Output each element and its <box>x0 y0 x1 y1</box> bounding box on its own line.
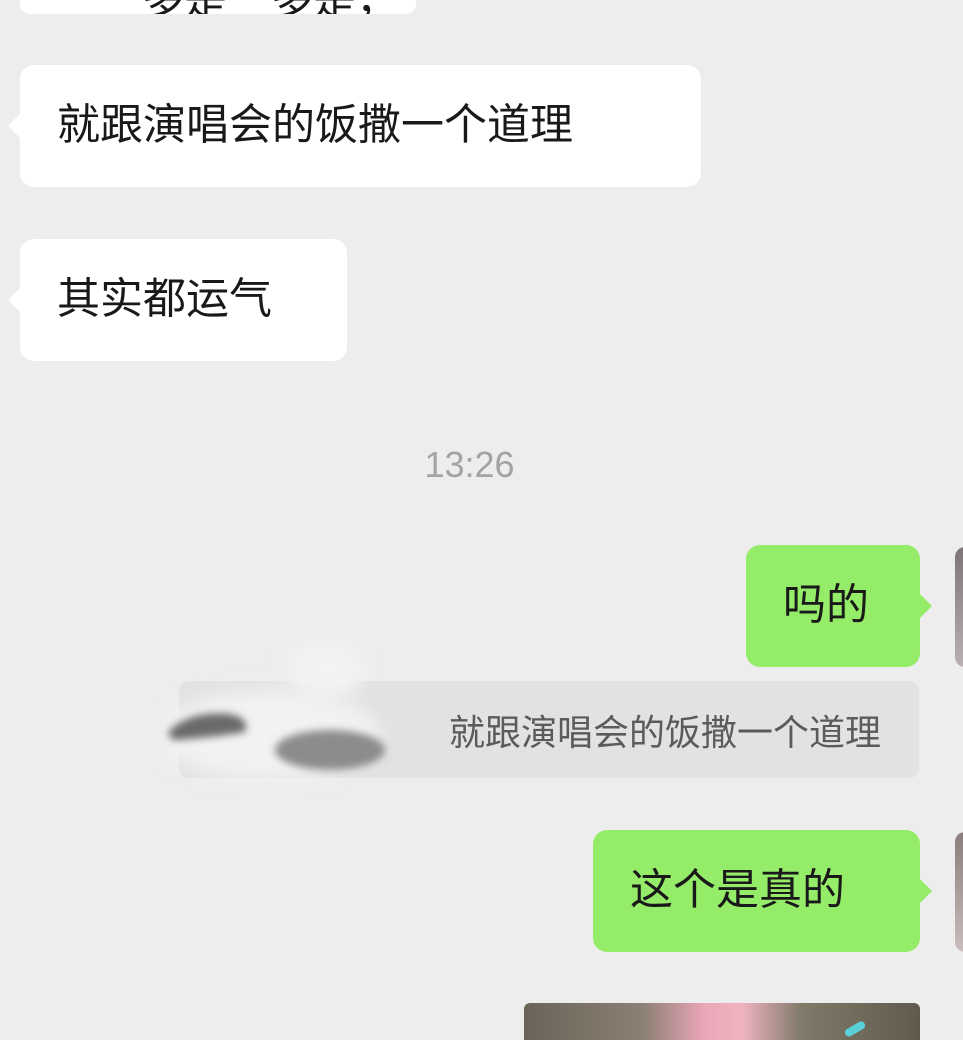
bubble-tail <box>919 593 932 619</box>
message-text: 就跟演唱会的饭撒一个道理 <box>57 100 573 151</box>
chat-area: 一多是一多是， 就跟演唱会的饭撒一个道理 其实都运气 13:26 吗的 就跟演唱… <box>0 0 963 1040</box>
message-bubble-outgoing[interactable]: 这个是真的 <box>593 830 932 952</box>
message-text: 一多是一多是， <box>98 0 399 14</box>
quoted-text: 就跟演唱会的饭撒一个道理 <box>448 712 881 754</box>
image-detail <box>843 1020 867 1038</box>
user-avatar[interactable] <box>955 547 963 667</box>
message-text: 其实都运气 <box>57 274 272 325</box>
bubble-tail <box>8 287 21 313</box>
quoted-message[interactable]: 就跟演唱会的饭撒一个道理 <box>179 681 919 778</box>
user-avatar[interactable] <box>955 832 963 952</box>
message-text: 吗的 <box>783 580 869 631</box>
image-message[interactable] <box>524 1003 920 1040</box>
message-bubble-incoming[interactable]: 其实都运气 <box>8 239 347 361</box>
bubble-tail <box>919 878 932 904</box>
message-bubble-outgoing[interactable]: 吗的 <box>746 545 932 667</box>
message-bubble-partial[interactable]: 一多是一多是， <box>20 0 416 14</box>
bubble-tail <box>8 113 21 139</box>
message-bubble-incoming[interactable]: 就跟演唱会的饭撒一个道理 <box>8 65 701 187</box>
message-timestamp: 13:26 <box>424 444 515 485</box>
message-text: 这个是真的 <box>630 865 845 916</box>
